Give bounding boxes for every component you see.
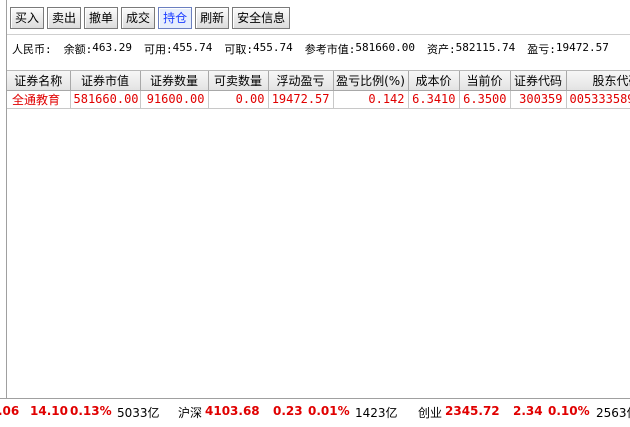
market-value-field: 参考市值: 581660.00 <box>305 41 415 57</box>
buy-button[interactable]: 买入 <box>10 7 45 29</box>
col-header-pnl-ratio[interactable]: 盈亏比例(%) <box>333 71 409 91</box>
market-value-label: 参考市值: <box>304 43 356 56</box>
cancel-order-button[interactable]: 撤单 <box>84 7 119 29</box>
assets-field: 资产: 582115.74 <box>427 41 515 57</box>
col-header-cost-price[interactable]: 成本价 <box>408 71 460 91</box>
positions-table: 证券名称 证券市值 证券数量 可卖数量 浮动盈亏 盈亏比例(%) 成本价 当前价… <box>7 71 630 109</box>
cell-market-value: 581660.00 <box>70 90 141 109</box>
col-header-sellable[interactable]: 可卖数量 <box>208 71 269 91</box>
pnl-value: 19472.57 <box>555 41 609 54</box>
withdrawable-value: 455.74 <box>253 41 293 54</box>
balance-label: 余额: <box>63 43 93 56</box>
col-header-name[interactable]: 证券名称 <box>7 71 71 91</box>
hs-index: 4103.68 <box>205 404 260 418</box>
hs-volume: 1423亿 <box>355 406 398 420</box>
cell-quantity: 91600.00 <box>140 90 209 109</box>
col-header-holder-code[interactable]: 股东代码 <box>566 71 630 91</box>
withdrawable-label: 可取: <box>224 43 253 56</box>
cy-index: 2345.72 <box>445 404 500 418</box>
table-row[interactable]: 全通教育 581660.00 91600.00 0.00 19472.57 0.… <box>7 90 630 109</box>
sh-index-partial: .06 <box>0 404 20 418</box>
cy-percent: 0.10% <box>548 404 590 418</box>
pnl-label: 盈亏: <box>527 43 556 56</box>
assets-label: 资产: <box>426 43 456 56</box>
hs-change: 0.23 <box>273 404 303 418</box>
available-field: 可用: 455.74 <box>144 41 212 57</box>
cell-current-price: 6.3500 <box>459 90 511 109</box>
cell-pnl-ratio: 0.142 <box>333 90 409 109</box>
sh-volume: 5033亿 <box>117 406 160 420</box>
positions-button[interactable]: 持仓 <box>158 7 193 29</box>
trade-toolbar: 买入 卖出 撤单 成交 持仓 刷新 安全信息 <box>10 7 291 29</box>
market-status-bar: .06 14.10 0.13% 5033亿 沪深 4103.68 0.23 0.… <box>0 398 630 427</box>
col-header-security-code[interactable]: 证券代码 <box>510 71 567 91</box>
currency-label: 人民币: <box>12 43 52 56</box>
balance-field: 余额: 463.29 <box>64 41 132 57</box>
col-header-current-price[interactable]: 当前价 <box>459 71 511 91</box>
pnl-field: 盈亏: 19472.57 <box>527 41 609 57</box>
sh-change: 14.10 <box>30 404 68 418</box>
balance-value: 463.29 <box>92 41 132 54</box>
toolbar-divider <box>7 34 630 35</box>
assets-value: 582115.74 <box>455 41 516 54</box>
col-header-quantity[interactable]: 证券数量 <box>140 71 209 91</box>
security-info-button[interactable]: 安全信息 <box>232 7 291 29</box>
cell-cost-price: 6.3410 <box>408 90 460 109</box>
col-header-floating-pnl[interactable]: 浮动盈亏 <box>268 71 334 91</box>
col-header-market-value[interactable]: 证券市值 <box>70 71 141 91</box>
cell-holder-code: 0053335899 <box>566 90 630 109</box>
market-value-value: 581660.00 <box>355 41 415 54</box>
withdrawable-field: 可取: 455.74 <box>224 41 292 57</box>
available-value: 455.74 <box>172 41 213 54</box>
sell-button[interactable]: 卖出 <box>47 7 82 29</box>
cell-floating-pnl: 19472.57 <box>268 90 334 109</box>
available-label: 可用: <box>144 43 173 56</box>
positions-grid[interactable]: 证券名称 证券市值 证券数量 可卖数量 浮动盈亏 盈亏比例(%) 成本价 当前价… <box>7 70 630 398</box>
cy-label: 创业 <box>418 406 443 420</box>
account-summary: 人民币: 余额: 463.29 可用: 455.74 可取: 455.74 参考市值:… <box>12 41 609 57</box>
cy-volume: 2563亿 <box>596 406 630 420</box>
cy-change: 2.34 <box>513 404 543 418</box>
cell-sellable: 0.00 <box>208 90 269 109</box>
cell-name: 全通教育 <box>7 90 71 109</box>
table-header-row: 证券名称 证券市值 证券数量 可卖数量 浮动盈亏 盈亏比例(%) 成本价 当前价… <box>7 71 630 91</box>
refresh-button[interactable]: 刷新 <box>195 7 230 29</box>
sh-percent: 0.13% <box>70 404 112 418</box>
cell-security-code: 300359 <box>510 90 567 109</box>
hs-label: 沪深 <box>178 406 203 420</box>
hs-percent: 0.01% <box>308 404 350 418</box>
trades-button[interactable]: 成交 <box>121 7 156 29</box>
